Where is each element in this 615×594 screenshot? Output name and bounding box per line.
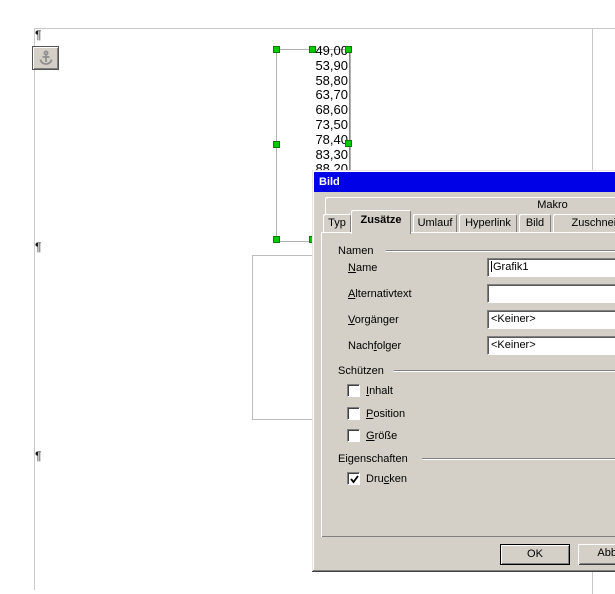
name-input[interactable]: Grafik1: [487, 258, 615, 277]
selection-handle-mid-right[interactable]: [345, 140, 352, 147]
checkbox-inhalt[interactable]: [347, 384, 360, 397]
writer-document-view: ¶ ¶ ¶ 49,0053,9058,8063,7068,6073,5078,4…: [0, 0, 615, 594]
group-line-namen: [386, 250, 615, 252]
checkbox-label-groesse: Größe: [366, 430, 397, 442]
paragraph-mark: ¶: [35, 450, 41, 462]
dialog-title: Bild: [319, 176, 340, 188]
tab-zusaetze[interactable]: Zusätze: [351, 210, 411, 234]
label-nachfolger: Nachfolger: [348, 340, 401, 352]
paragraph-mark: ¶: [35, 241, 41, 253]
paragraph-mark: ¶: [35, 29, 41, 41]
text-caret: [491, 261, 492, 272]
label-alternativtext: Alternativtext: [348, 288, 412, 300]
selection-handle-top-right[interactable]: [345, 46, 352, 53]
checkbox-label-drucken: Drucken: [366, 473, 407, 485]
image-properties-dialog: Bild Makro Typ Zusätze Umlauf Hyperlink …: [312, 170, 615, 572]
group-line-eigenschaften: [422, 458, 615, 460]
anchor-icon[interactable]: [32, 46, 59, 70]
anchor-glyph: [38, 50, 54, 66]
tab-typ[interactable]: Typ: [323, 214, 351, 232]
checkbox-groesse[interactable]: [347, 429, 360, 442]
tab-umlauf[interactable]: Umlauf: [413, 214, 457, 232]
group-label-schuetzen: Schützen: [338, 365, 384, 377]
selection-handle-top-mid[interactable]: [309, 46, 316, 53]
text-boundary-left: [34, 28, 35, 590]
vorgaenger-input[interactable]: <Keiner>: [487, 310, 615, 329]
check-icon: [349, 474, 360, 485]
tab-bild[interactable]: Bild: [519, 214, 551, 232]
group-line-schuetzen: [394, 370, 615, 372]
label-vorgaenger: Vorgänger: [348, 314, 399, 326]
ok-button[interactable]: OK: [500, 544, 570, 565]
alternativtext-input[interactable]: [487, 284, 615, 303]
selection-handle-top-left[interactable]: [273, 46, 280, 53]
image-axis-values: 49,0053,9058,8063,7068,6073,5078,4083,30…: [280, 44, 348, 177]
group-label-namen: Namen: [338, 245, 373, 257]
text-boundary-top: [34, 28, 615, 29]
checkbox-label-inhalt: Inhalt: [366, 385, 393, 397]
group-label-eigenschaften: Eigenschaften: [338, 453, 408, 465]
selection-handle-bottom-left[interactable]: [273, 236, 280, 243]
cancel-button[interactable]: Abbrechen: [578, 544, 615, 565]
tab-hyperlink[interactable]: Hyperlink: [459, 214, 517, 232]
nachfolger-input[interactable]: <Keiner>: [487, 336, 615, 355]
checkbox-label-position: Position: [366, 408, 405, 420]
label-name: Name: [348, 262, 377, 274]
checkbox-position[interactable]: [347, 407, 360, 420]
dialog-titlebar[interactable]: Bild: [314, 172, 615, 192]
checkbox-drucken[interactable]: [347, 472, 360, 485]
tab-zuschneiden[interactable]: Zuschneiden: [553, 214, 615, 232]
selection-handle-mid-left[interactable]: [273, 141, 280, 148]
